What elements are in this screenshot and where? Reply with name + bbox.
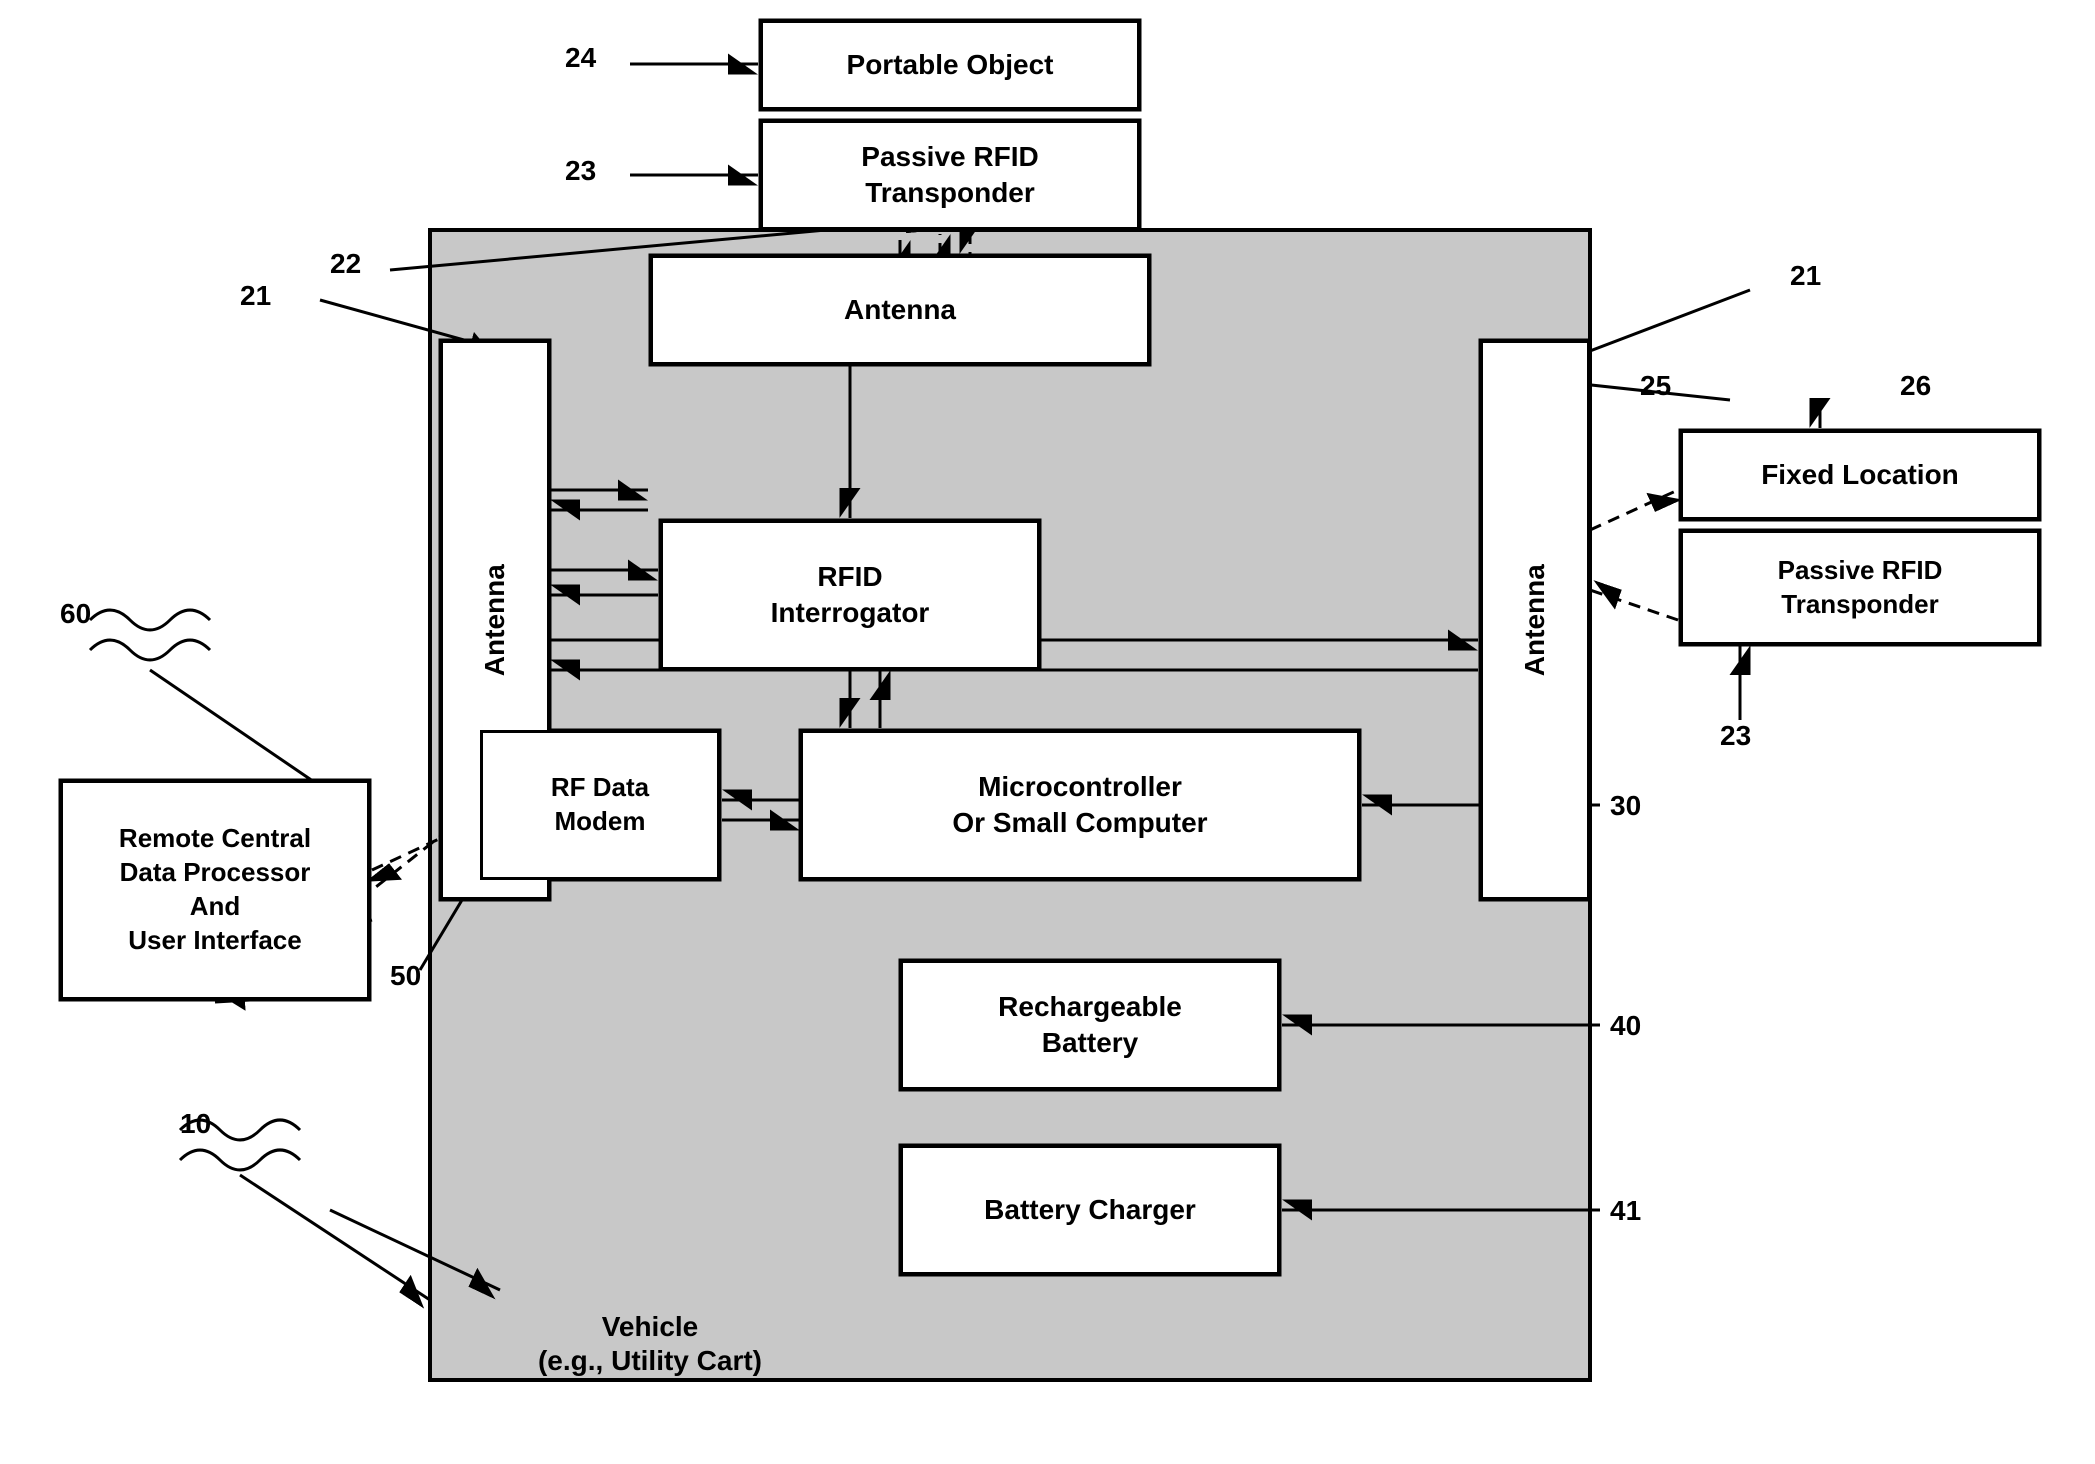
number-40: 40 xyxy=(1610,1010,1641,1042)
passive-rfid-right-box: Passive RFID Transponder xyxy=(1680,530,2040,645)
portable-object-label: Portable Object xyxy=(847,47,1054,83)
number-25: 25 xyxy=(1640,370,1671,402)
number-60: 60 xyxy=(60,598,91,630)
number-21-left: 21 xyxy=(240,280,271,312)
battery-charger-box: Battery Charger xyxy=(900,1145,1280,1275)
number-26: 26 xyxy=(1900,370,1931,402)
number-24: 24 xyxy=(565,42,596,74)
remote-central-box: Remote Central Data Processor And User I… xyxy=(60,780,370,1000)
number-22: 22 xyxy=(330,248,361,280)
rfid-interrogator-box: RFID Interrogator xyxy=(660,520,1040,670)
fixed-location-label: Fixed Location xyxy=(1761,457,1959,493)
passive-rfid-top-label: Passive RFID Transponder xyxy=(861,139,1038,212)
fixed-location-box: Fixed Location xyxy=(1680,430,2040,520)
rechargeable-battery-label: Rechargeable Battery xyxy=(998,989,1182,1062)
antenna-left-label: Antenna xyxy=(477,564,513,676)
portable-object-box: Portable Object xyxy=(760,20,1140,110)
rf-data-modem-label: RF Data Modem xyxy=(551,771,649,839)
diagram-container: 24 23 22 21 21 25 26 20 30 23 40 41 50 5… xyxy=(0,0,2095,1464)
rechargeable-battery-box: Rechargeable Battery xyxy=(900,960,1280,1090)
battery-charger-label: Battery Charger xyxy=(984,1192,1196,1228)
microcontroller-label: Microcontroller Or Small Computer xyxy=(952,769,1207,842)
number-10: 10 xyxy=(180,1108,211,1140)
remote-central-label: Remote Central Data Processor And User I… xyxy=(119,822,311,957)
antenna-right-box: Antenna xyxy=(1480,340,1590,900)
passive-rfid-top-box: Passive RFID Transponder xyxy=(760,120,1140,230)
number-23-right: 23 xyxy=(1720,720,1751,752)
number-23-top: 23 xyxy=(565,155,596,187)
number-21-right: 21 xyxy=(1790,260,1821,292)
vehicle-text: Vehicle (e.g., Utility Cart) xyxy=(538,1311,762,1376)
antenna-right-label: Antenna xyxy=(1517,564,1553,676)
rfid-interrogator-label: RFID Interrogator xyxy=(771,559,930,632)
microcontroller-box: Microcontroller Or Small Computer xyxy=(800,730,1360,880)
passive-rfid-right-label: Passive RFID Transponder xyxy=(1778,554,1943,622)
antenna-top-box: Antenna xyxy=(650,255,1150,365)
number-41: 41 xyxy=(1610,1195,1641,1227)
rf-data-modem-box: RF Data Modem xyxy=(480,730,720,880)
antenna-top-label: Antenna xyxy=(844,292,956,328)
number-50: 50 xyxy=(390,960,421,992)
vehicle-label: Vehicle (e.g., Utility Cart) xyxy=(450,1310,850,1377)
number-30: 30 xyxy=(1610,790,1641,822)
